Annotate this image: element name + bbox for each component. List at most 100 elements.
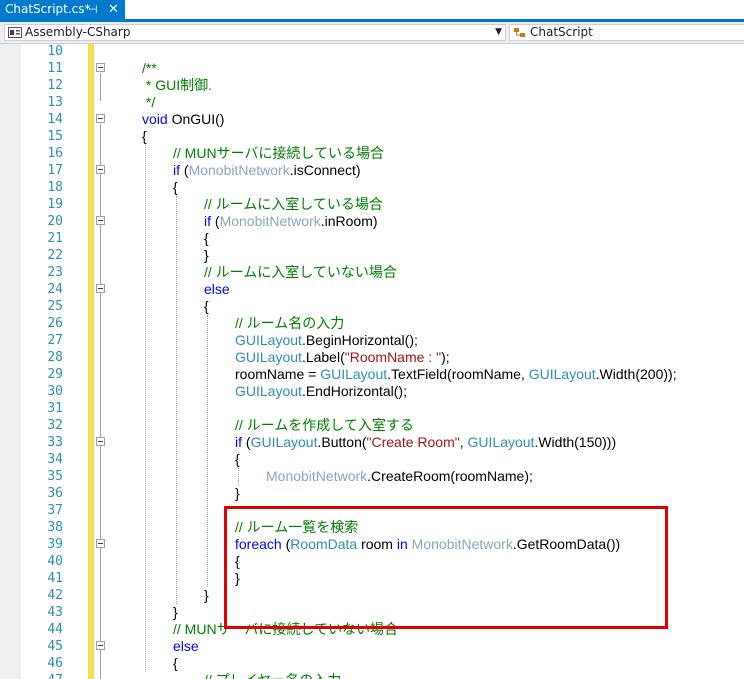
code-line[interactable]: 39 foreach (RoomData room in MonobitNetwo… xyxy=(0,536,744,553)
code-line[interactable]: 41} xyxy=(0,570,744,587)
code-line[interactable]: 38 // ルーム一覧を検索 xyxy=(0,519,744,536)
code-line[interactable]: 21 { xyxy=(0,230,744,247)
tab-title: ChatScript.cs* xyxy=(5,2,91,16)
code-token: .Width(200)); xyxy=(595,366,677,382)
code-line[interactable]: 19 // ルームに入室している場合 xyxy=(0,196,744,213)
code-text: GUILayout.EndHorizontal(); xyxy=(235,383,407,400)
line-number: 34 xyxy=(47,452,63,467)
code-line[interactable]: 13 */ xyxy=(0,94,744,111)
line-number: 39 xyxy=(47,537,63,552)
line-number: 13 xyxy=(47,95,63,110)
code-line[interactable]: 30 GUILayout.EndHorizontal(); xyxy=(0,383,744,400)
line-number: 35 xyxy=(47,469,63,484)
collapse-icon[interactable] xyxy=(96,63,105,72)
code-line[interactable]: 44 // MUNサーバに接続していない場合 xyxy=(0,621,744,638)
code-token: } xyxy=(235,485,240,501)
code-token: , xyxy=(459,434,468,450)
code-line[interactable]: 34 { xyxy=(0,451,744,468)
code-text: // ルーム一覧を検索 xyxy=(235,519,358,536)
code-line[interactable]: 11 /** xyxy=(0,60,744,77)
code-token: */ xyxy=(142,94,156,110)
code-line[interactable]: 47 // プレイヤー名の入力 xyxy=(0,672,744,679)
code-line[interactable]: 45 else xyxy=(0,638,744,655)
code-line[interactable]: 18 { xyxy=(0,179,744,196)
code-line[interactable]: 42} xyxy=(0,587,744,604)
code-text: GUILayout.BeginHorizontal(); xyxy=(235,332,418,349)
pin-icon[interactable]: ⊣ xyxy=(88,0,98,19)
csharp-project-icon xyxy=(8,27,22,38)
project-dropdown[interactable]: Assembly-CSharp ▼ xyxy=(4,24,506,41)
code-line[interactable]: 17 if (MonobitNetwork.isConnect) xyxy=(0,162,744,179)
code-token: if xyxy=(235,434,242,450)
code-line[interactable]: 33 if (GUILayout.Button("Create Room", GU… xyxy=(0,434,744,451)
collapse-icon[interactable] xyxy=(96,114,105,123)
code-line[interactable]: 24 else xyxy=(0,281,744,298)
code-line[interactable]: 16 // MUNサーバに接続している場合 xyxy=(0,145,744,162)
line-number: 29 xyxy=(47,367,63,382)
code-line[interactable]: 15 { xyxy=(0,128,744,145)
code-line[interactable]: 14 void OnGUI() xyxy=(0,111,744,128)
code-editor[interactable]: 10 11/** 12 * GUI制御. 13 */14 void OnGUI() 15{… xyxy=(0,44,744,679)
code-token: { xyxy=(173,655,178,671)
close-icon[interactable]: ✕ xyxy=(108,0,119,19)
line-number: 46 xyxy=(47,656,63,671)
code-token: { xyxy=(204,230,209,246)
code-line[interactable]: 20 if (MonobitNetwork.inRoom) xyxy=(0,213,744,230)
code-token: "Create Room" xyxy=(366,434,460,450)
collapse-icon[interactable] xyxy=(96,216,105,225)
code-line[interactable]: 40 { xyxy=(0,553,744,570)
code-token: } xyxy=(204,247,209,263)
collapse-icon[interactable] xyxy=(96,539,105,548)
code-line[interactable]: 46 { xyxy=(0,655,744,672)
code-text: { xyxy=(173,655,178,672)
code-token: else xyxy=(173,638,199,654)
code-line[interactable]: 32 // ルームを作成して入室する xyxy=(0,417,744,434)
code-text: } xyxy=(235,485,240,502)
code-text: // ルームに入室していない場合 xyxy=(204,264,397,281)
code-line[interactable]: 36} xyxy=(0,485,744,502)
code-token: // MUNサーバに接続している場合 xyxy=(173,145,384,161)
navigation-bar: Assembly-CSharp ▼ ChatScript xyxy=(0,22,744,44)
code-token: { xyxy=(173,179,178,195)
collapse-icon[interactable] xyxy=(96,284,105,293)
collapse-icon[interactable] xyxy=(96,641,105,650)
code-token: // ルーム名の入力 xyxy=(235,315,345,331)
code-text: } xyxy=(235,570,240,587)
line-number: 42 xyxy=(47,588,63,603)
code-line[interactable]: 25 { xyxy=(0,298,744,315)
collapse-icon[interactable] xyxy=(96,165,105,174)
line-number: 44 xyxy=(47,622,63,637)
line-number: 23 xyxy=(47,265,63,280)
code-token: MonobitNetwork xyxy=(266,468,368,484)
code-token: { xyxy=(235,451,240,467)
code-line[interactable]: 26 // ルーム名の入力 xyxy=(0,315,744,332)
code-token: ( xyxy=(281,536,291,552)
code-token: if xyxy=(173,162,180,178)
line-number: 32 xyxy=(47,418,63,433)
code-text: // MUNサーバに接続していない場合 xyxy=(173,621,398,638)
code-line[interactable]: 28 GUILayout.Label("RoomName : "); xyxy=(0,349,744,366)
code-token: .GetRoomData()) xyxy=(512,536,621,552)
tab-chatscript[interactable]: ChatScript.cs* ⊣ ✕ xyxy=(0,0,125,19)
code-line[interactable]: 27 GUILayout.BeginHorizontal(); xyxy=(0,332,744,349)
code-text: { xyxy=(235,451,240,468)
document-tab-bar: ChatScript.cs* ⊣ ✕ xyxy=(0,0,744,22)
code-line[interactable]: 23 // ルームに入室していない場合 xyxy=(0,264,744,281)
class-icon xyxy=(514,28,525,37)
code-line[interactable]: 37 xyxy=(0,502,744,519)
collapse-icon[interactable] xyxy=(96,437,105,446)
code-token: // プレイヤー名の入力 xyxy=(204,672,341,679)
code-line[interactable]: 10 xyxy=(0,44,744,60)
code-line[interactable]: 31 xyxy=(0,400,744,417)
project-name: Assembly-CSharp xyxy=(25,25,131,39)
code-token: else xyxy=(204,281,230,297)
code-token: ( xyxy=(180,162,189,178)
code-line[interactable]: 29 roomName = GUILayout.TextField(roomNam… xyxy=(0,366,744,383)
line-number: 28 xyxy=(47,350,63,365)
code-line[interactable]: 35 MonobitNetwork.CreateRoom(roomName); xyxy=(0,468,744,485)
code-line[interactable]: 22} xyxy=(0,247,744,264)
line-number: 10 xyxy=(47,44,63,59)
code-line[interactable]: 43} xyxy=(0,604,744,621)
class-dropdown[interactable]: ChatScript xyxy=(509,24,744,41)
code-line[interactable]: 12 * GUI制御. xyxy=(0,77,744,94)
